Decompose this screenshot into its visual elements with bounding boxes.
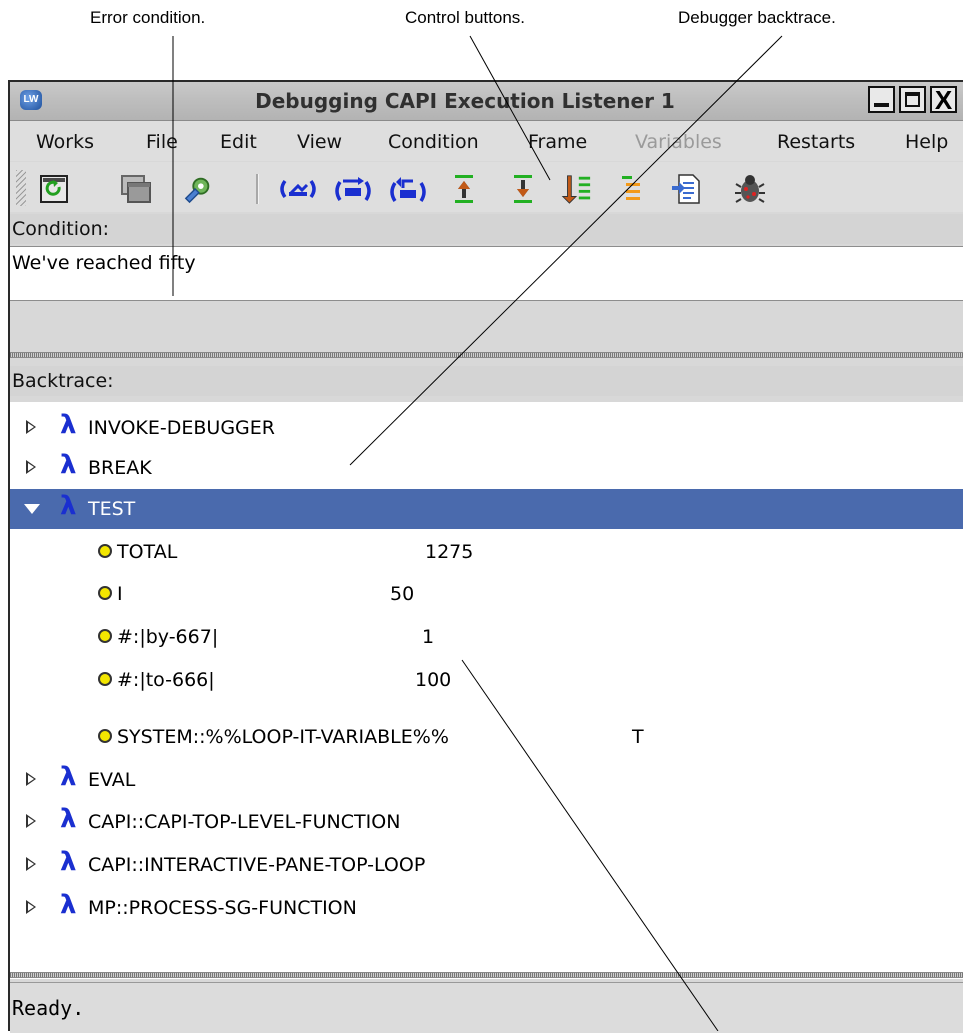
frame-down-icon[interactable] — [507, 173, 539, 205]
backtrace-tree-continued[interactable]: SYSTEM::%%LOOP-IT-VARIABLE%% T λ EVAL λ … — [10, 717, 963, 979]
pane-splitter[interactable] — [10, 352, 963, 358]
condition-pane[interactable]: We've reached fifty — [10, 246, 963, 301]
title-bar[interactable]: LW Debugging CAPI Execution Listener 1 X — [10, 82, 963, 121]
backtrace-frame[interactable]: λ EVAL — [10, 760, 963, 800]
windows-icon[interactable] — [120, 173, 152, 205]
lambda-icon: λ — [60, 804, 77, 834]
variable-name: SYSTEM::%%LOOP-IT-VARIABLE%% — [117, 726, 449, 748]
menu-bar: Works File Edit View Condition Frame Var… — [10, 121, 963, 161]
toolbar — [10, 162, 963, 212]
condition-text: We've reached fifty — [12, 252, 196, 274]
maximize-button[interactable] — [899, 86, 926, 113]
toolbar-grip[interactable] — [16, 170, 26, 206]
menu-view[interactable]: View — [297, 131, 342, 153]
close-button[interactable]: X — [930, 86, 957, 113]
menu-file[interactable]: File — [146, 131, 178, 153]
lambda-icon: λ — [60, 890, 77, 920]
expand-triangle-icon[interactable] — [26, 420, 36, 434]
variable-dot-icon — [98, 629, 112, 643]
minimize-button[interactable] — [868, 86, 895, 113]
lambda-icon: λ — [60, 847, 77, 877]
menu-frame[interactable]: Frame — [528, 131, 587, 153]
variable-name: I — [117, 583, 123, 605]
variable-value: T — [632, 726, 644, 748]
backtrace-tree[interactable]: λ INVOKE-DEBUGGER λ BREAK λ TEST TOTAL 1… — [10, 402, 963, 717]
variable-row[interactable]: I 50 — [10, 574, 963, 614]
bug-icon[interactable] — [734, 173, 766, 205]
status-bar: Ready. — [10, 982, 963, 1033]
menu-edit[interactable]: Edit — [220, 131, 257, 153]
variable-value: 50 — [390, 583, 415, 605]
variable-dot-icon — [98, 544, 112, 558]
variable-row[interactable]: #:|to-666| 100 — [10, 660, 963, 700]
callout-debugger-backtrace: Debugger backtrace. — [678, 8, 836, 27]
debugger-window: LW Debugging CAPI Execution Listener 1 X… — [8, 80, 963, 1033]
backtrace-frame[interactable]: λ MP::PROCESS-SG-FUNCTION — [10, 888, 963, 928]
refresh-icon[interactable] — [38, 173, 70, 205]
frame-up-icon[interactable] — [448, 173, 480, 205]
callout-control-buttons: Control buttons. — [405, 8, 526, 27]
backtrace-frame[interactable]: λ CAPI::CAPI-TOP-LEVEL-FUNCTION — [10, 802, 963, 842]
variable-value: 1 — [422, 626, 435, 648]
backtrace-frame[interactable]: λ INVOKE-DEBUGGER — [10, 408, 963, 448]
variable-row[interactable]: #:|by-667| 1 — [10, 617, 963, 657]
frame-name: CAPI::CAPI-TOP-LEVEL-FUNCTION — [88, 811, 401, 833]
frame-name: EVAL — [88, 769, 136, 791]
menu-condition[interactable]: Condition — [388, 131, 479, 153]
lambda-icon: λ — [60, 410, 77, 440]
variable-value: 1275 — [425, 541, 474, 563]
frame-name: BREAK — [88, 457, 152, 479]
backtrace-label: Backtrace: — [10, 366, 963, 396]
frame-name: MP::PROCESS-SG-FUNCTION — [88, 897, 357, 919]
return-icon[interactable] — [388, 173, 428, 205]
menu-help[interactable]: Help — [905, 131, 948, 153]
variable-row[interactable]: TOTAL 1275 — [10, 532, 963, 572]
frame-top-icon[interactable] — [616, 173, 648, 205]
variable-dot-icon — [98, 729, 112, 743]
gear-tools-icon[interactable] — [182, 173, 214, 205]
menu-restarts[interactable]: Restarts — [777, 131, 855, 153]
frame-name: INVOKE-DEBUGGER — [88, 417, 275, 439]
variable-dot-icon — [98, 586, 112, 600]
variable-name: TOTAL — [117, 541, 178, 563]
variable-value: 100 — [415, 669, 452, 691]
continue-icon[interactable] — [333, 173, 373, 205]
menu-works[interactable]: Works — [36, 131, 94, 153]
lambda-icon: λ — [60, 450, 77, 480]
frame-bottom-icon[interactable] — [560, 173, 592, 205]
condition-label: Condition: — [10, 214, 963, 244]
expand-triangle-icon[interactable] — [26, 772, 36, 786]
lambda-icon: λ — [60, 762, 77, 792]
abort-icon[interactable] — [278, 173, 318, 205]
frame-name: CAPI::INTERACTIVE-PANE-TOP-LOOP — [88, 854, 426, 876]
expand-triangle-icon[interactable] — [26, 814, 36, 828]
variable-name: #:|by-667| — [117, 626, 219, 648]
backtrace-frame-selected[interactable]: λ TEST — [10, 489, 963, 529]
window-title: Debugging CAPI Execution Listener 1 — [255, 89, 675, 113]
variable-name: #:|to-666| — [117, 669, 215, 691]
menu-variables[interactable]: Variables — [635, 131, 722, 153]
toolbar-separator — [256, 174, 259, 204]
edit-source-icon[interactable] — [670, 173, 702, 205]
expand-triangle-icon[interactable] — [26, 857, 36, 871]
variable-row[interactable]: SYSTEM::%%LOOP-IT-VARIABLE%% T — [10, 717, 963, 757]
collapse-triangle-icon[interactable] — [24, 504, 40, 514]
lambda-icon: λ — [60, 491, 77, 521]
status-splitter[interactable] — [10, 972, 963, 978]
backtrace-frame[interactable]: λ BREAK — [10, 448, 963, 488]
callout-error-condition: Error condition. — [90, 8, 206, 27]
frame-name: TEST — [88, 498, 136, 520]
status-text: Ready. — [12, 996, 85, 1020]
expand-triangle-icon[interactable] — [26, 900, 36, 914]
variable-dot-icon — [98, 672, 112, 686]
expand-triangle-icon[interactable] — [26, 460, 36, 474]
backtrace-frame[interactable]: λ CAPI::INTERACTIVE-PANE-TOP-LOOP — [10, 845, 963, 885]
